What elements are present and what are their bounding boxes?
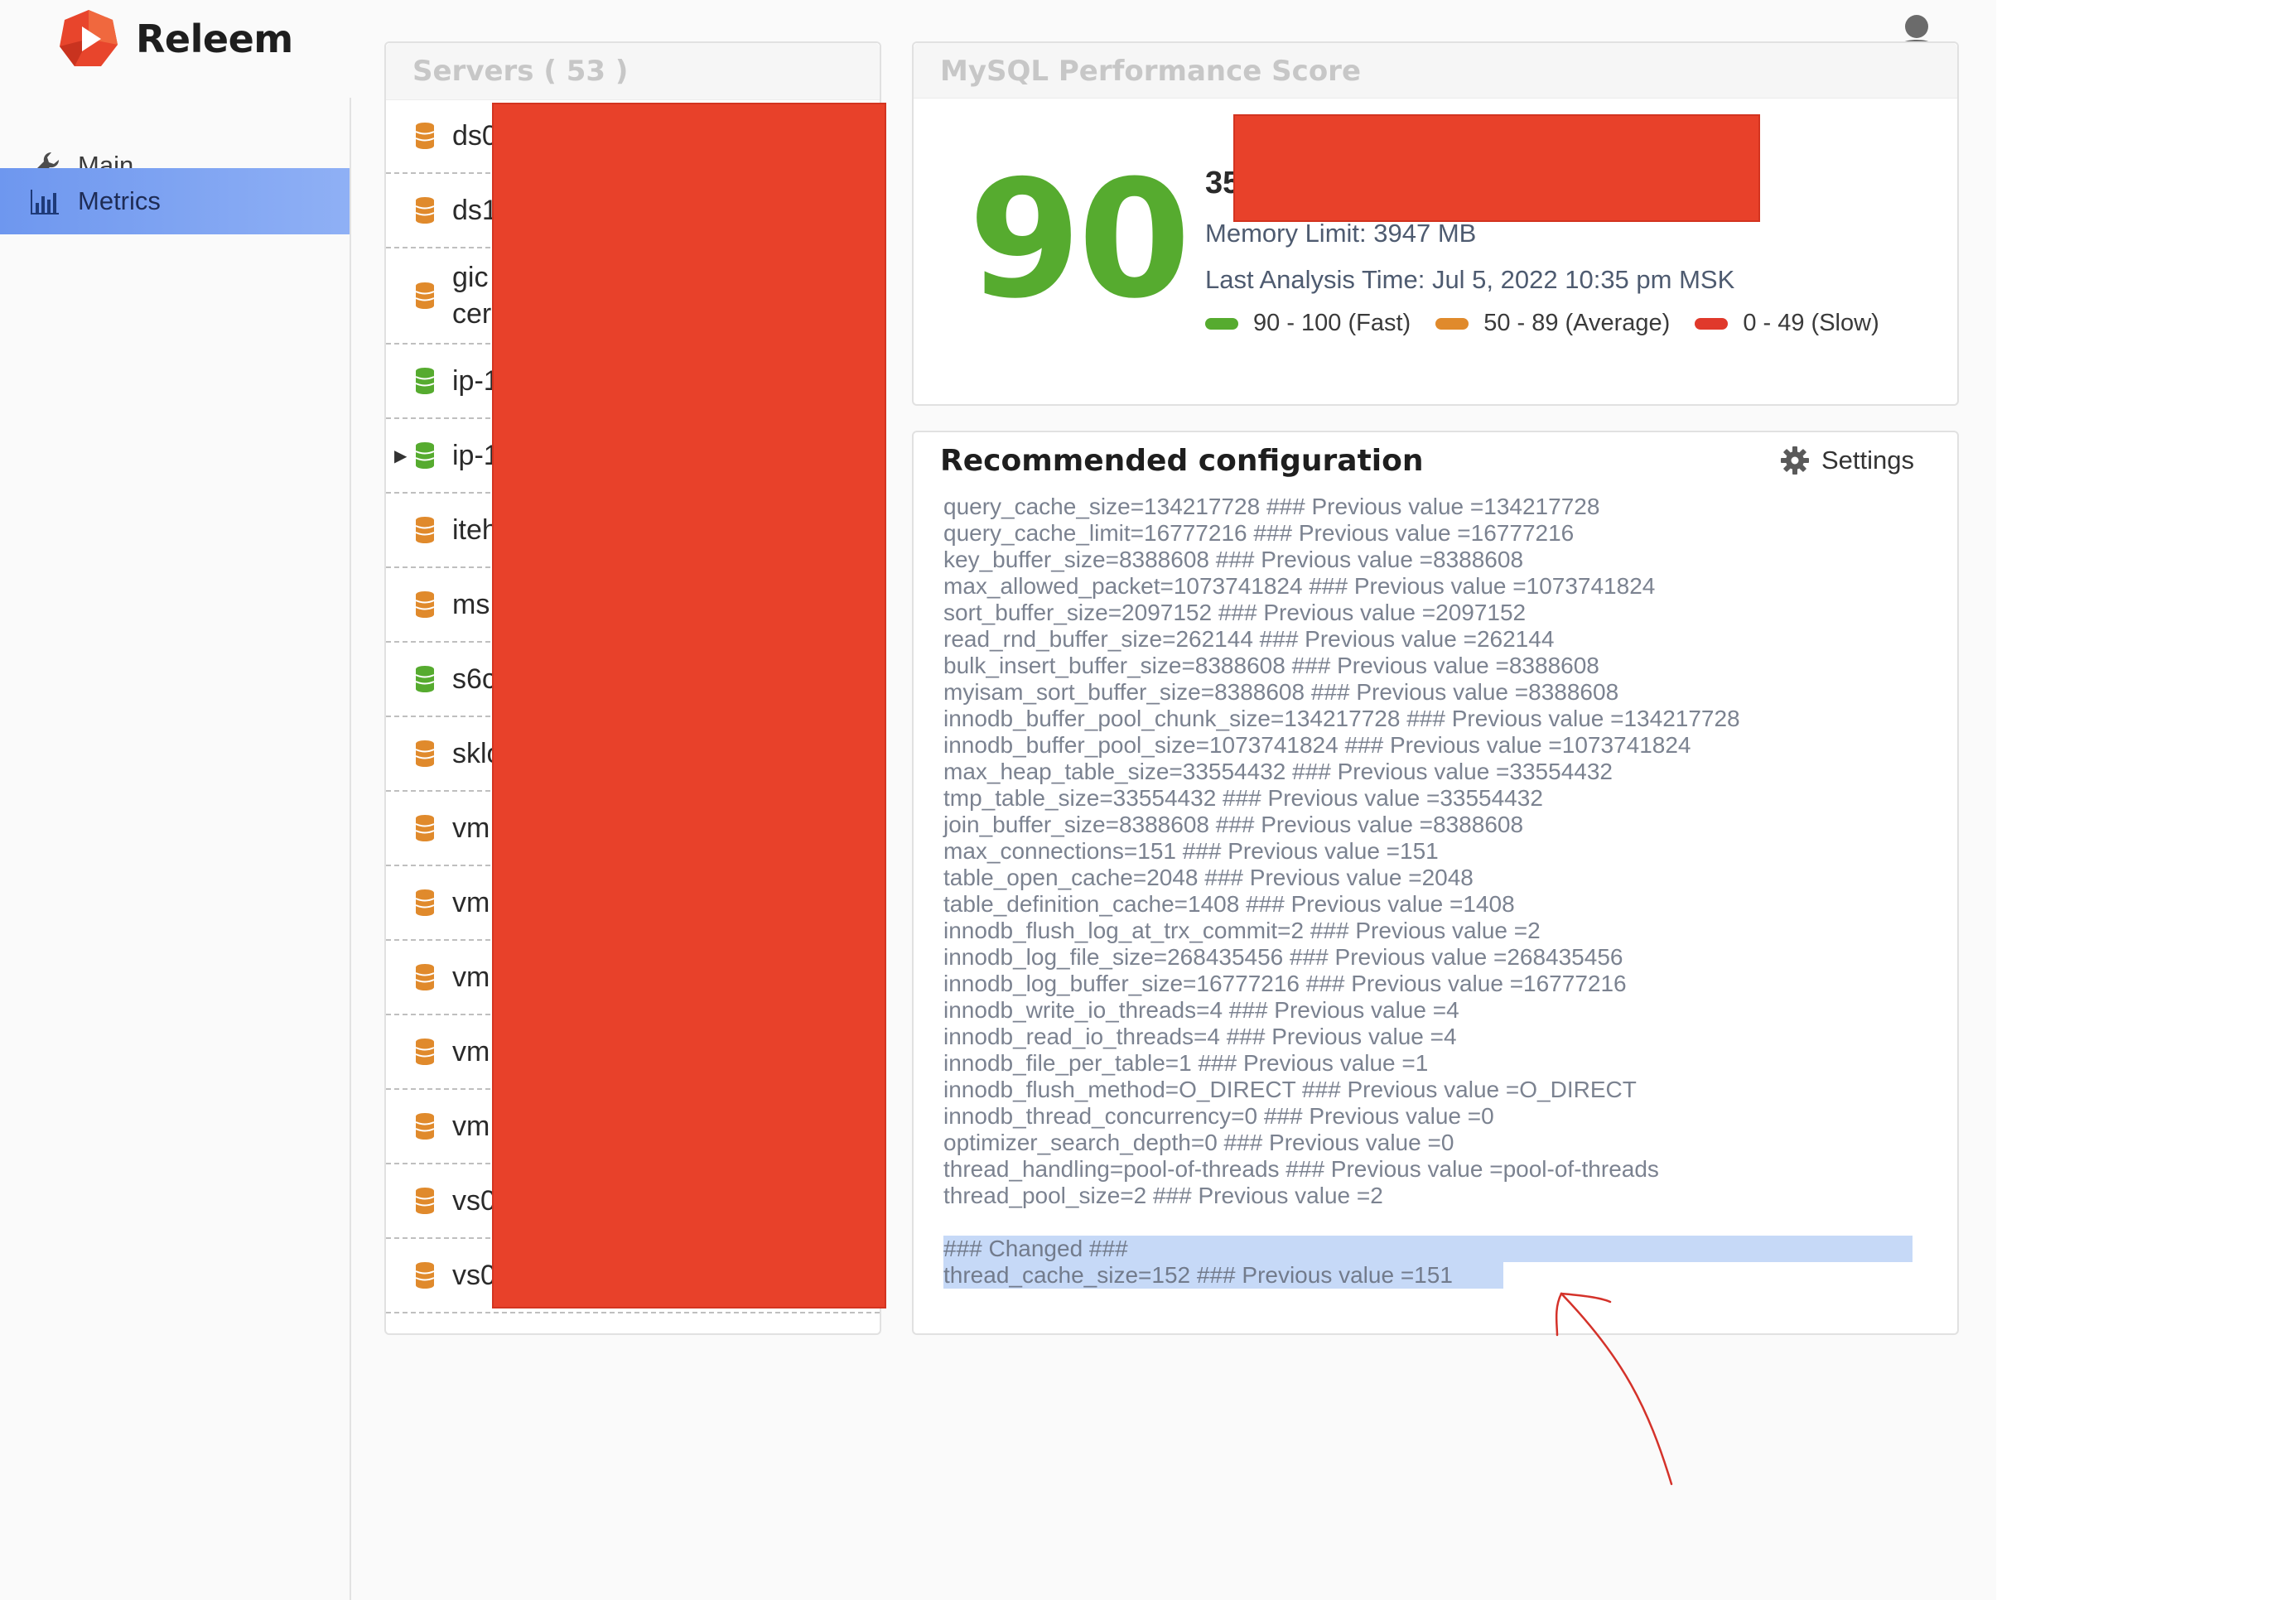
database-icon xyxy=(415,666,435,692)
config-line: key_buffer_size=8388608 ### Previous val… xyxy=(943,547,1524,572)
changed-config-line: thread_cache_size=152 ### Previous value… xyxy=(943,1262,1453,1288)
bar-chart-icon xyxy=(31,190,59,214)
config-line: thread_pool_size=2 ### Previous value =2 xyxy=(943,1183,1383,1208)
performance-score-value: 90 xyxy=(968,146,1191,335)
config-line: innodb_log_buffer_size=16777216 ### Prev… xyxy=(943,971,1627,996)
score-legend: 90 - 100 (Fast) 50 - 89 (Average) 0 - 49… xyxy=(1205,310,1904,337)
legend-swatch xyxy=(1435,317,1469,330)
sidebar-item-metrics[interactable]: Metrics xyxy=(0,168,350,234)
memory-limit: Memory Limit: 3947 MB xyxy=(1205,219,1477,248)
gear-icon xyxy=(1781,446,1809,475)
database-icon xyxy=(415,442,435,469)
config-line: table_definition_cache=1408 ### Previous… xyxy=(943,891,1515,917)
recommended-config-panel: Recommended configuration Settings query xyxy=(912,431,1959,1335)
releem-logo-icon xyxy=(60,10,118,66)
last-analysis-time: Last Analysis Time: Jul 5, 2022 10:35 pm… xyxy=(1205,265,1735,294)
config-line: innodb_thread_concurrency=0 ### Previous… xyxy=(943,1103,1494,1129)
servers-panel-header: Servers ( 53 ) xyxy=(386,43,880,100)
legend-swatch xyxy=(1205,317,1238,330)
config-line: max_allowed_packet=1073741824 ### Previo… xyxy=(943,573,1656,599)
database-icon xyxy=(415,740,435,767)
sidebar xyxy=(0,98,351,1600)
database-icon xyxy=(415,517,435,543)
legend-swatch xyxy=(1695,317,1729,330)
config-line: query_cache_size=134217728 ### Previous … xyxy=(943,494,1600,519)
legend-item-fast: 90 - 100 (Fast) xyxy=(1205,310,1411,337)
config-line: innodb_write_io_threads=4 ### Previous v… xyxy=(943,997,1459,1023)
config-line: max_connections=151 ### Previous value =… xyxy=(943,838,1439,864)
database-icon xyxy=(415,1262,435,1289)
settings-label: Settings xyxy=(1821,446,1915,475)
app-name: Releem xyxy=(136,17,293,61)
database-icon xyxy=(415,282,435,309)
legend-label: 90 - 100 (Fast) xyxy=(1253,310,1411,336)
config-line: bulk_insert_buffer_size=8388608 ### Prev… xyxy=(943,653,1599,678)
config-line: join_buffer_size=8388608 ### Previous va… xyxy=(943,812,1524,837)
settings-button[interactable]: Settings xyxy=(1780,446,1914,475)
expand-caret-icon[interactable]: ▶ xyxy=(394,446,407,466)
database-icon xyxy=(415,1188,435,1214)
config-line: max_heap_table_size=33554432 ### Previou… xyxy=(943,759,1613,784)
servers-title: Servers ( 53 ) xyxy=(412,55,629,88)
config-line: innodb_file_per_table=1 ### Previous val… xyxy=(943,1050,1429,1076)
legend-label: 50 - 89 (Average) xyxy=(1483,310,1671,336)
database-icon xyxy=(415,368,435,394)
database-icon xyxy=(415,964,435,990)
app-logo[interactable]: Releem xyxy=(58,8,293,70)
config-line: optimizer_search_depth=0 ### Previous va… xyxy=(943,1130,1454,1155)
config-line: read_rnd_buffer_size=262144 ### Previous… xyxy=(943,626,1555,652)
redaction-box xyxy=(1233,114,1760,222)
sidebar-item-label: Metrics xyxy=(78,186,161,215)
database-icon xyxy=(415,1113,435,1140)
config-line: table_open_cache=2048 ### Previous value… xyxy=(943,865,1474,890)
database-icon xyxy=(415,1039,435,1065)
config-line: innodb_read_io_threads=4 ### Previous va… xyxy=(943,1024,1457,1049)
config-line: innodb_log_file_size=268435456 ### Previ… xyxy=(943,944,1623,970)
config-line: query_cache_limit=16777216 ### Previous … xyxy=(943,520,1575,546)
config-spacer xyxy=(943,1209,1929,1236)
database-icon xyxy=(415,197,435,224)
database-icon xyxy=(415,591,435,618)
database-icon xyxy=(415,815,435,841)
changed-section: ### Changed ### thread_cache_size=152 ###… xyxy=(943,1236,1929,1289)
config-line: innodb_flush_log_at_trx_commit=2 ### Pre… xyxy=(943,918,1541,943)
score-title: MySQL Performance Score xyxy=(940,55,1362,88)
config-text-area[interactable]: query_cache_size=134217728 ### Previous … xyxy=(943,494,1929,1289)
page-background xyxy=(1996,0,2296,1600)
config-title: Recommended configuration xyxy=(940,444,1424,478)
config-line: innodb_flush_method=O_DIRECT ### Previou… xyxy=(943,1077,1637,1102)
config-line: thread_handling=pool-of-threads ### Prev… xyxy=(943,1156,1659,1182)
config-line: sort_buffer_size=2097152 ### Previous va… xyxy=(943,600,1527,625)
config-line: tmp_table_size=33554432 ### Previous val… xyxy=(943,785,1543,811)
app-window: Releem Main Metrics Servers ( 53 ) ds0 d… xyxy=(0,0,1996,1600)
changed-header: ### Changed ### xyxy=(943,1236,1128,1261)
score-panel-header: MySQL Performance Score xyxy=(914,43,1957,99)
config-line: innodb_buffer_pool_size=1073741824 ### P… xyxy=(943,732,1691,758)
config-line: myisam_sort_buffer_size=8388608 ### Prev… xyxy=(943,679,1619,705)
performance-score-panel: MySQL Performance Score 90 35 Memory Lim… xyxy=(912,41,1959,406)
legend-label: 0 - 49 (Slow) xyxy=(1743,310,1879,336)
database-icon xyxy=(415,889,435,916)
redaction-box xyxy=(492,103,886,1308)
config-line: innodb_buffer_pool_chunk_size=134217728 … xyxy=(943,706,1740,731)
legend-item-slow: 0 - 49 (Slow) xyxy=(1695,310,1879,337)
database-icon xyxy=(415,123,435,149)
legend-item-average: 50 - 89 (Average) xyxy=(1435,310,1670,337)
